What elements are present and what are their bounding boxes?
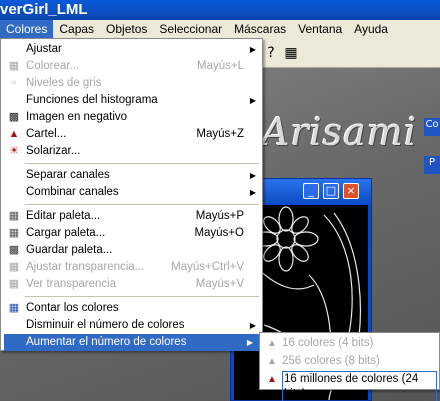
menu-item-label: Ajustar transparencia...: [26, 261, 145, 273]
menu-item-contar-colores[interactable]: ▦ Contar los colores: [1, 300, 262, 317]
menu-item-editar-paleta[interactable]: ▦ Editar paleta... Mayús+P: [1, 208, 262, 225]
menu-item-separar-canales[interactable]: Separar canales ▶: [1, 167, 262, 184]
menu-ventana[interactable]: Ventana: [292, 20, 348, 38]
briefcase-icon[interactable]: ▦: [282, 44, 300, 62]
submenu-item-16-colores: ▲ 16 colores (4 bits): [262, 335, 437, 352]
menu-item-aumentar-colores[interactable]: Aumentar el número de colores ▶: [4, 334, 259, 351]
negative-icon: ▩: [8, 111, 20, 123]
menu-item-label: Aumentar el número de colores: [26, 336, 187, 348]
menu-item-niveles-de-gris: ▫ Niveles de gris: [1, 75, 262, 92]
aumentar-colores-submenu: ▲ 16 colores (4 bits) ▲ 256 colores (8 b…: [259, 332, 440, 401]
menu-item-colorear: ▦ Colorear... Mayús+L: [1, 58, 262, 75]
submenu-arrow-icon: ▶: [246, 338, 253, 347]
menu-item-disminuir-colores[interactable]: Disminuir el número de colores ▶: [1, 317, 262, 334]
menu-item-cartel[interactable]: ▲ Cartel... Mayús+Z: [1, 126, 262, 143]
colorize-icon: ▦: [8, 60, 20, 72]
set-transparency-icon: ▦: [8, 261, 20, 273]
menu-mascaras[interactable]: Máscaras: [228, 20, 292, 38]
submenu-arrow-icon: ▶: [249, 321, 256, 330]
arrow-up-icon: ▲: [267, 338, 277, 349]
menu-item-label: Combinar canales: [26, 186, 119, 198]
maximize-button[interactable]: □: [323, 183, 339, 199]
menu-item-label: Ver transparencia: [26, 278, 117, 290]
menu-item-label: Separar canales: [26, 169, 110, 181]
load-palette-icon: ▦: [8, 227, 20, 239]
menu-item-label: Cargar paleta...: [26, 227, 106, 239]
menubar: Colores Capas Objetos Seleccionar Máscar…: [0, 20, 440, 38]
submenu-arrow-icon: ▶: [249, 45, 256, 54]
solarize-icon: ☀: [9, 145, 19, 157]
menu-separator: [25, 163, 259, 164]
menu-item-label: Cartel...: [26, 128, 67, 140]
submenu-item-256-colores: ▲ 256 colores (8 bits): [262, 353, 437, 370]
menu-item-shortcut: Mayús+P: [195, 210, 244, 222]
menu-item-shortcut: Mayús+Ctrl+V: [171, 261, 244, 273]
submenu-item-label: 16 millones de colores (24 bits): [282, 371, 437, 401]
menu-item-label: Imagen en negativo: [26, 111, 128, 123]
menu-item-guardar-paleta[interactable]: ▩ Guardar paleta...: [1, 242, 262, 259]
submenu-item-label: 256 colores (8 bits): [282, 355, 380, 367]
submenu-item-16-millones-colores[interactable]: ▲ 16 millones de colores (24 bits): [262, 371, 437, 401]
submenu-arrow-icon: ▶: [249, 188, 256, 197]
menu-separator: [25, 204, 259, 205]
close-button[interactable]: ×: [343, 183, 359, 199]
menu-item-label: Disminuir el número de colores: [26, 319, 185, 331]
arrow-up-icon: ▲: [267, 374, 277, 385]
submenu-item-label: 16 colores (4 bits): [282, 337, 374, 349]
minimize-button[interactable]: _: [303, 183, 319, 199]
menu-item-label: Ajustar: [26, 43, 62, 55]
menu-item-label: Editar paleta...: [26, 210, 101, 222]
colores-menu: Ajustar ▶ ▦ Colorear... Mayús+L ▫ Nivele…: [0, 38, 263, 351]
grayscale-icon: ▫: [12, 77, 16, 89]
menu-item-shortcut: Mayús+Z: [196, 128, 244, 140]
help-icon[interactable]: ?: [262, 44, 280, 62]
menu-colores[interactable]: Colores: [0, 20, 54, 38]
submenu-arrow-icon: ▶: [249, 96, 256, 105]
menu-item-solarizar[interactable]: ☀ Solarizar...: [1, 143, 262, 160]
watermark-text: Arisami: [262, 110, 418, 154]
menu-item-combinar-canales[interactable]: Combinar canales ▶: [1, 184, 262, 201]
side-panel-tab-colors[interactable]: Co: [424, 118, 440, 136]
window-title: verGirl_LML: [0, 1, 88, 18]
menu-item-ver-transparencia: ▦ Ver transparencia Mayús+V: [1, 276, 262, 293]
menu-ayuda[interactable]: Ayuda: [348, 20, 394, 38]
arrow-up-icon: ▲: [267, 356, 277, 367]
menu-item-funciones-histograma[interactable]: Funciones del histograma ▶: [1, 92, 262, 109]
menu-item-label: Funciones del histograma: [26, 94, 158, 106]
menu-item-shortcut: Mayús+L: [197, 60, 244, 72]
menu-item-shortcut: Mayús+V: [195, 278, 244, 290]
menu-item-imagen-negativo[interactable]: ▩ Imagen en negativo: [1, 109, 262, 126]
menu-objetos[interactable]: Objetos: [100, 20, 153, 38]
poster-icon: ▲: [8, 128, 20, 140]
menu-item-label: Contar los colores: [26, 302, 119, 314]
menu-item-label: Guardar paleta...: [26, 244, 113, 256]
menu-item-shortcut: Mayús+O: [194, 227, 244, 239]
count-colors-icon: ▦: [8, 302, 20, 314]
menu-item-ajustar-transparencia: ▦ Ajustar transparencia... Mayús+Ctrl+V: [1, 259, 262, 276]
view-transparency-icon: ▦: [8, 278, 20, 290]
menu-item-cargar-paleta[interactable]: ▦ Cargar paleta... Mayús+O: [1, 225, 262, 242]
menu-item-ajustar[interactable]: Ajustar ▶: [1, 41, 262, 58]
menu-item-label: Niveles de gris: [26, 77, 102, 89]
menu-separator: [25, 296, 259, 297]
menu-seleccionar[interactable]: Seleccionar: [153, 20, 228, 38]
menu-item-label: Solarizar...: [26, 145, 81, 157]
window-titlebar: verGirl_LML: [0, 0, 440, 20]
menu-item-label: Colorear...: [26, 60, 80, 72]
menu-capas[interactable]: Capas: [53, 20, 100, 38]
save-palette-icon: ▩: [8, 244, 20, 256]
edit-palette-icon: ▦: [8, 210, 20, 222]
submenu-arrow-icon: ▶: [249, 171, 256, 180]
side-panel-tab-p[interactable]: P: [424, 156, 440, 174]
